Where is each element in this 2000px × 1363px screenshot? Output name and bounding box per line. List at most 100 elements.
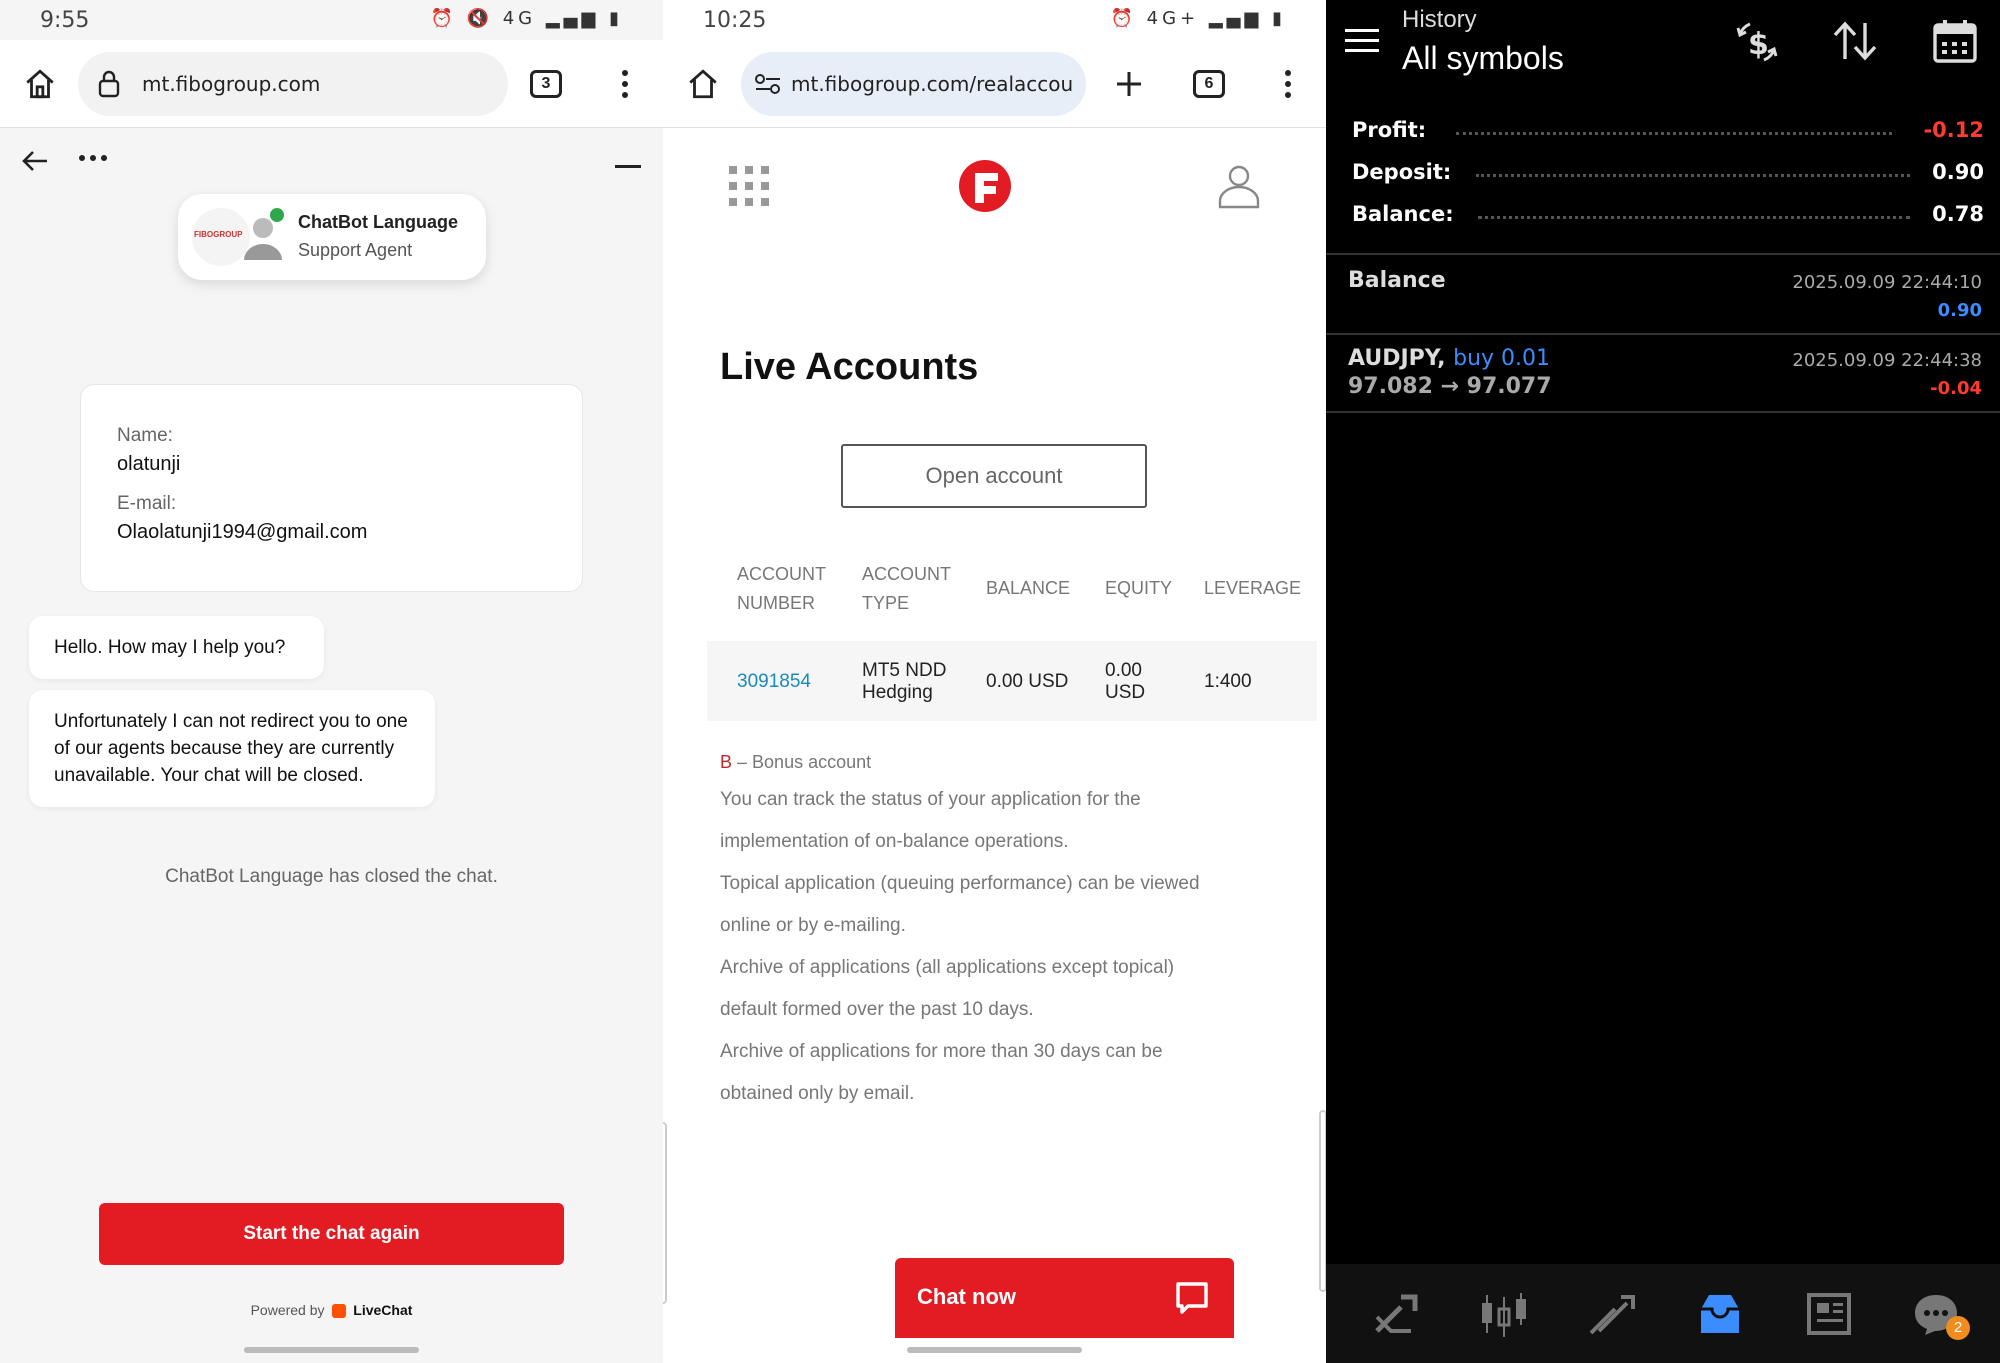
logo-text: FIBOGROUP — [194, 230, 243, 239]
account-balance: 0.00 USD — [986, 671, 1069, 692]
deal-symbol: AUDJPY, — [1348, 346, 1446, 371]
deal-value: 0.90 — [1937, 300, 1982, 321]
bonus-legend: B – Bonus account — [720, 752, 871, 773]
powered-by-label: Powered by — [250, 1302, 325, 1318]
account-leverage: 1:400 — [1204, 671, 1252, 692]
home-icon[interactable] — [681, 62, 725, 106]
browser-toolbar: mt.fibogroup.com/realaccou 6 — [663, 40, 1326, 128]
site-header — [663, 128, 1326, 248]
info-note: online or by e-mailing. — [720, 915, 906, 936]
symbol-filter[interactable]: All symbols — [1402, 40, 1564, 77]
status-time: 10:25 — [703, 8, 767, 33]
profit-value: -0.12 — [1923, 118, 1984, 142]
bottom-nav: 2 — [1326, 1264, 2000, 1363]
chart-candles-icon[interactable] — [1476, 1286, 1532, 1342]
address-bar[interactable]: mt.fibogroup.com — [78, 52, 508, 116]
dotted-leader — [1476, 174, 1910, 177]
history-title: History — [1402, 6, 1477, 33]
site-settings-icon[interactable] — [753, 70, 783, 98]
deal-prices: 97.082 → 97.077 — [1348, 374, 1552, 399]
browser-toolbar: mt.fibogroup.com 3 — [0, 40, 663, 128]
agent-role: Support Agent — [298, 240, 413, 260]
column-header: BALANCE — [986, 578, 1071, 598]
divider — [1326, 411, 2000, 413]
system-message: ChatBot Language has closed the chat. — [165, 866, 498, 887]
livechat-brand: LiveChat — [353, 1302, 413, 1318]
more-vert-icon[interactable] — [610, 64, 640, 104]
balance-value: 0.78 — [1932, 202, 1984, 226]
name-value: olatunji — [117, 453, 181, 475]
minimize-icon[interactable] — [614, 164, 642, 170]
home-icon[interactable] — [18, 62, 62, 106]
chat-message: Unfortunately I can not redirect you to … — [29, 690, 435, 807]
online-status-dot — [270, 208, 284, 222]
powered-by[interactable]: Powered by LiveChat — [0, 1302, 663, 1319]
dotted-leader — [1456, 132, 1892, 135]
new-tab-icon[interactable] — [1111, 66, 1147, 102]
chat-now-label: Chat now — [917, 1284, 1016, 1309]
info-note: Archive of applications for more than 30… — [720, 1041, 1163, 1062]
info-note: Topical application (queuing performance… — [720, 873, 1200, 894]
more-vert-icon[interactable] — [1273, 64, 1303, 104]
scroll-edge — [1319, 1110, 1326, 1292]
account-equity: 0.00 USD — [1105, 660, 1146, 703]
agent-name: ChatBot Language — [298, 212, 458, 232]
bonus-marker: B — [720, 752, 733, 772]
account-type: MT5 NDD Hedging — [862, 660, 947, 703]
agent-card: FIBOGROUP ChatBot Language Support Agent — [178, 194, 486, 280]
deal-side: buy 0.01 — [1453, 346, 1551, 371]
address-bar[interactable]: mt.fibogroup.com/realaccou — [741, 52, 1086, 116]
tab-count-button[interactable]: 3 — [530, 70, 562, 98]
user-info-card: Name: olatunji E-mail: Olaolatunji1994@g… — [80, 384, 583, 592]
tab-count-button[interactable]: 6 — [1193, 70, 1225, 98]
chat-screen: 9:55 ⏰ 🔇 4G ▂▄▆ ▮ mt.fibogroup.com 3 FIB… — [0, 0, 663, 1363]
lock-icon — [92, 66, 126, 102]
column-header: LEVERAGE — [1204, 578, 1302, 598]
deal-time: 2025.09.09 22:44:10 — [1792, 272, 1982, 293]
user-profile-icon[interactable] — [1215, 162, 1263, 210]
gesture-bar — [907, 1347, 1082, 1353]
calendar-icon[interactable] — [1930, 16, 1980, 66]
table-row: 3091854 MT5 NDD Hedging 0.00 USD 0.00 US… — [707, 641, 1317, 721]
notification-badge: 2 — [1946, 1316, 1970, 1340]
history-tab-icon[interactable] — [1692, 1286, 1748, 1342]
column-header: ACCOUNT TYPE — [862, 564, 951, 613]
sort-icon[interactable] — [1830, 18, 1880, 64]
gesture-bar — [244, 1347, 419, 1353]
status-icons: ⏰ 🔇 4G ▂▄▆ ▮ — [430, 8, 623, 29]
trade-icon[interactable] — [1584, 1286, 1640, 1342]
deal-time: 2025.09.09 22:44:38 — [1792, 350, 1982, 371]
back-arrow-icon[interactable] — [18, 148, 52, 174]
fibo-logo[interactable] — [957, 158, 1013, 214]
deposit-label: Deposit: — [1352, 160, 1452, 184]
menu-icon[interactable] — [1344, 26, 1380, 56]
scroll-edge — [663, 1122, 667, 1304]
summary-deposit: Deposit: 0.90 — [1352, 160, 1984, 200]
status-icons: ⏰ 4G+ ▂▄▆ ▮ — [1110, 8, 1286, 29]
column-header: ACCOUNT NUMBER — [737, 564, 826, 613]
livechat-icon — [332, 1304, 347, 1319]
chat-bubble-icon — [1172, 1278, 1212, 1318]
history-screen: History All symbols $ Profit: -0.12 Depo… — [1326, 0, 2000, 1363]
chat-message: Hello. How may I help you? — [29, 616, 324, 679]
email-value: Olaolatunji1994@gmail.com — [117, 521, 368, 543]
info-note: default formed over the past 10 days. — [720, 999, 1034, 1020]
deal-title: AUDJPY, buy 0.01 — [1348, 346, 1550, 371]
start-chat-again-button[interactable]: Start the chat again — [99, 1203, 564, 1265]
apps-grid-icon[interactable] — [727, 164, 771, 208]
currency-exchange-icon[interactable]: $ — [1732, 18, 1782, 66]
info-note: Archive of applications (all application… — [720, 957, 1175, 978]
column-header: EQUITY — [1105, 578, 1173, 598]
more-horiz-icon[interactable] — [76, 150, 110, 166]
status-bar: 10:25 ⏰ 4G+ ▂▄▆ ▮ — [663, 0, 1326, 40]
account-number-link[interactable]: 3091854 — [737, 671, 811, 693]
dotted-leader — [1478, 216, 1910, 219]
url-text: mt.fibogroup.com — [142, 72, 321, 96]
news-icon[interactable] — [1800, 1286, 1856, 1342]
divider — [1326, 253, 2000, 255]
open-account-button[interactable]: Open account — [841, 444, 1147, 508]
chat-now-button[interactable]: Chat now — [895, 1258, 1234, 1338]
quotes-icon[interactable] — [1368, 1286, 1424, 1342]
summary-profit: Profit: -0.12 — [1352, 118, 1984, 158]
url-text: mt.fibogroup.com/realaccou — [791, 72, 1074, 96]
